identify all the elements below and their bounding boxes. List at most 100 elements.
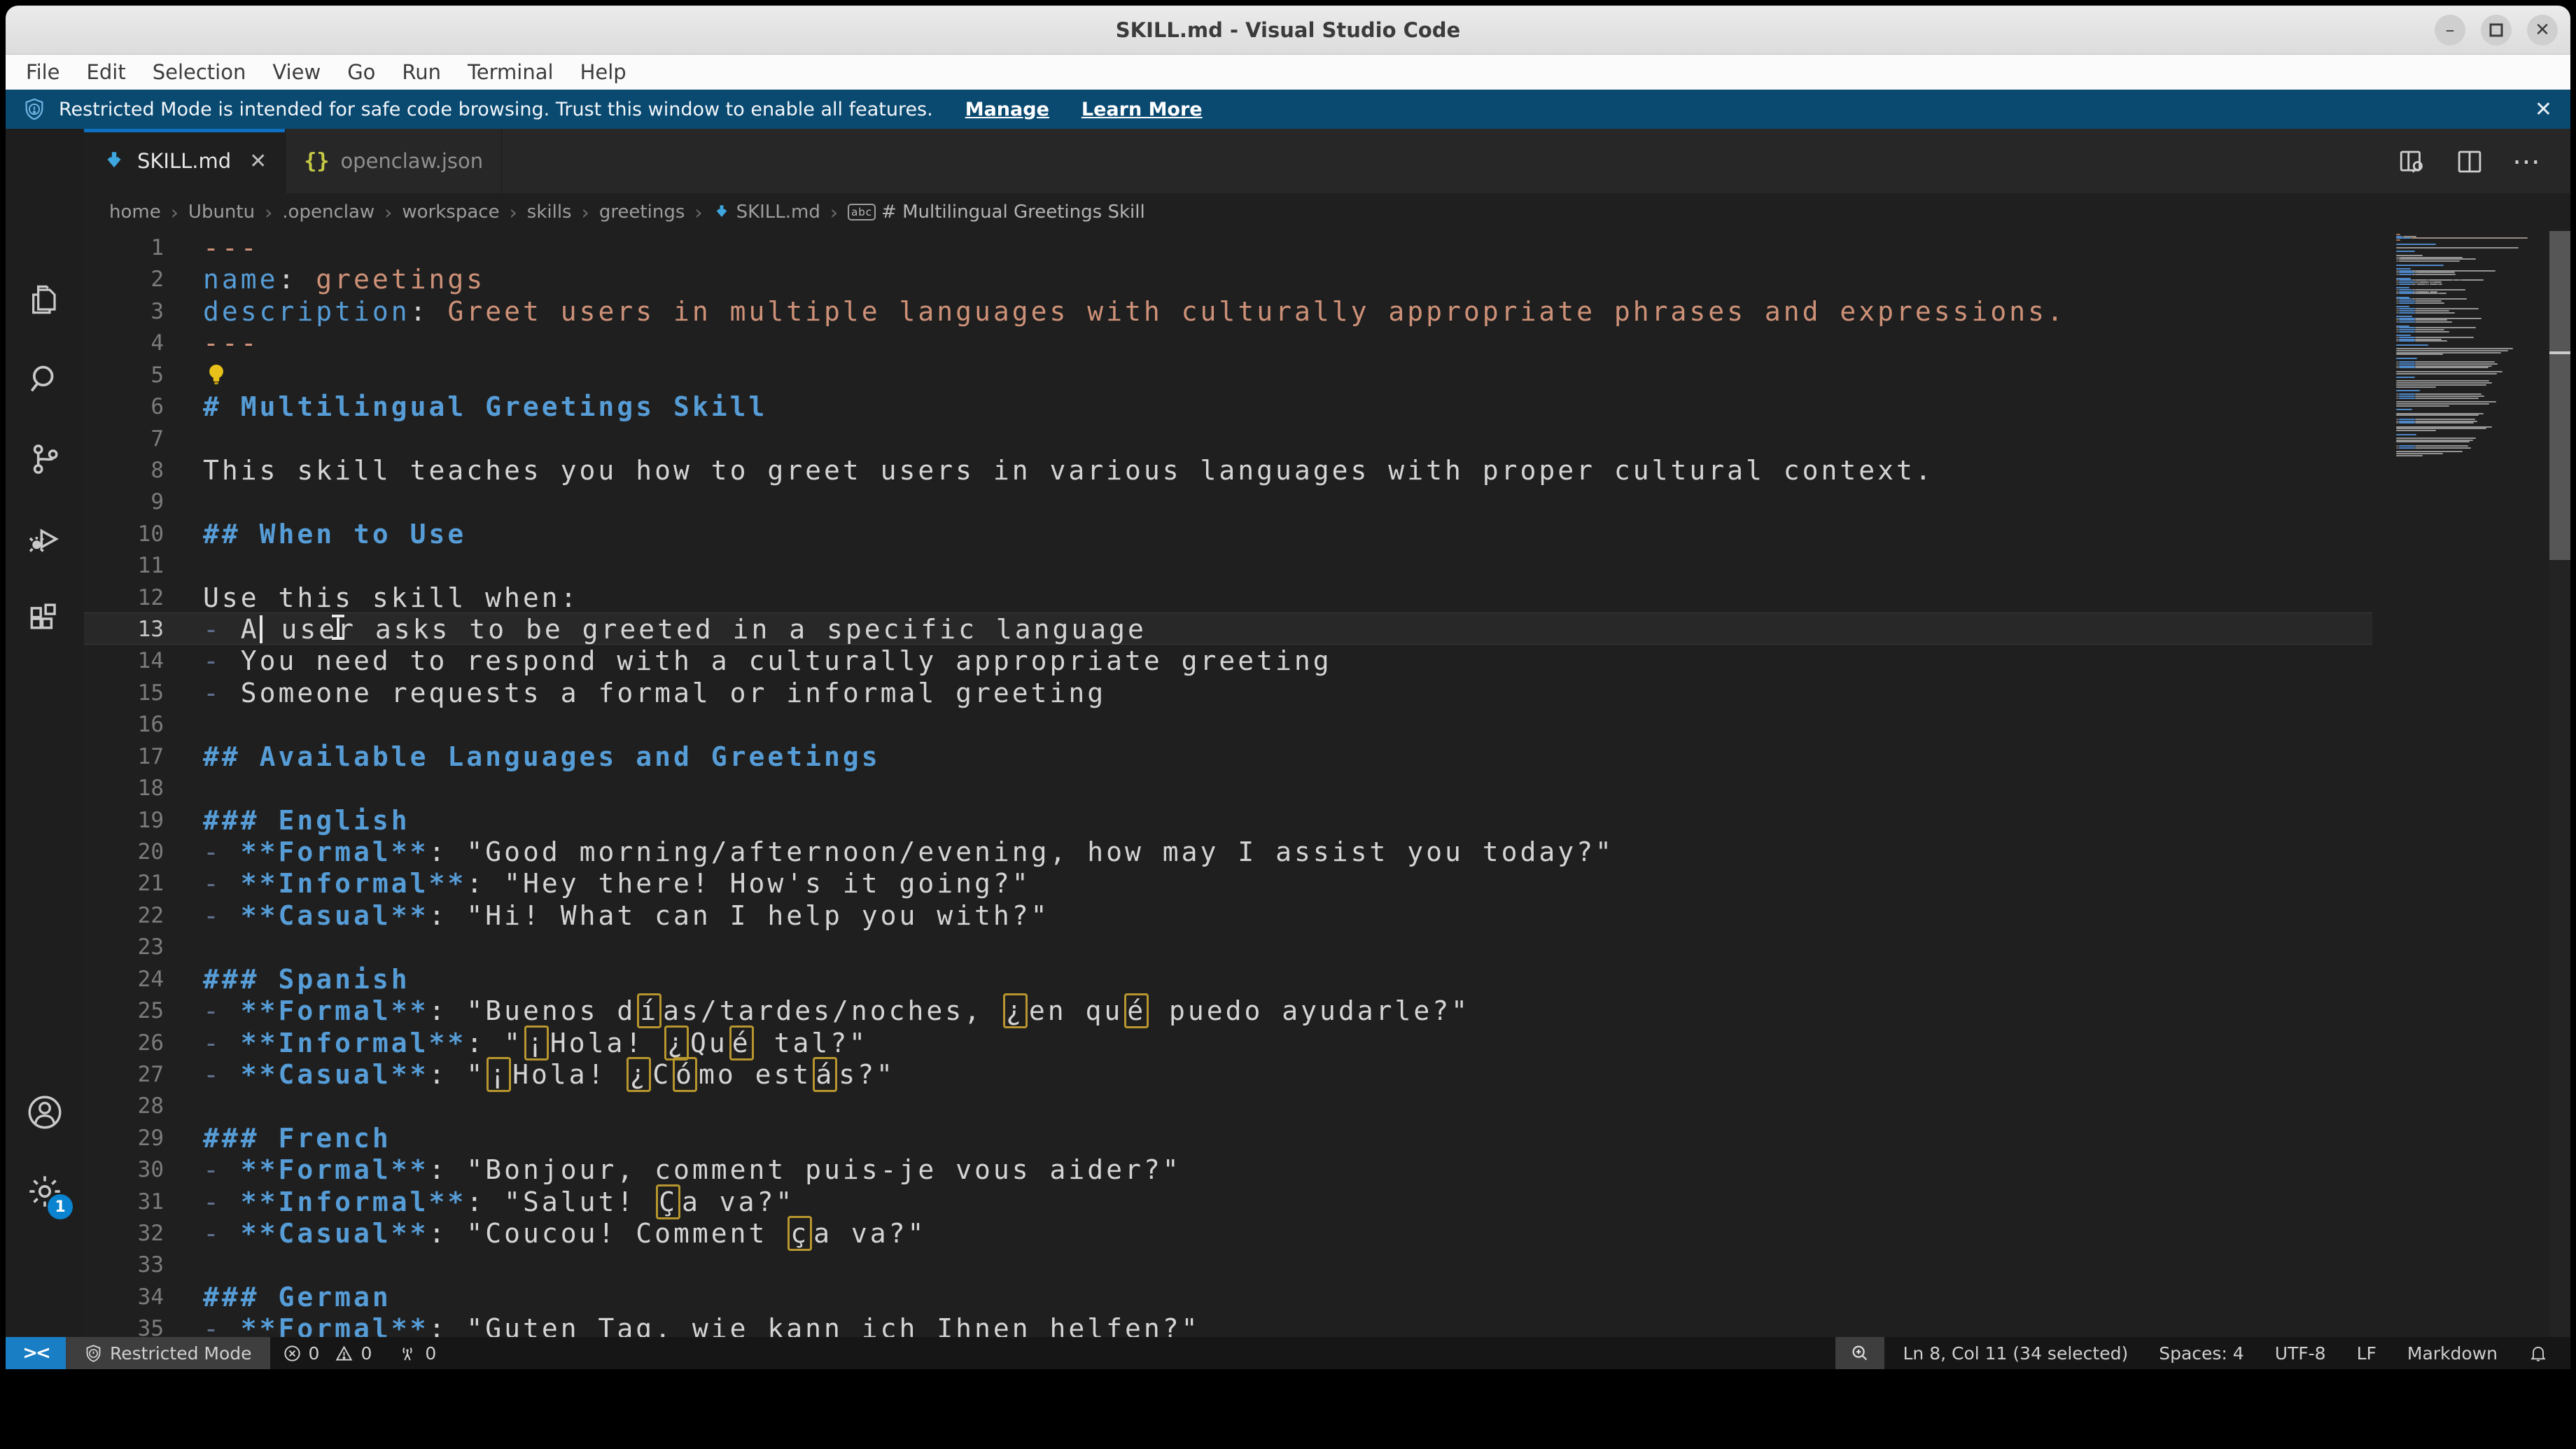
close-button[interactable]: ✕ [2527, 15, 2558, 46]
language-mode-status[interactable]: Markdown [2395, 1337, 2510, 1369]
minimap-line [2430, 291, 2437, 293]
minimap-line [2396, 451, 2463, 452]
settings-badge: 1 [48, 1194, 73, 1219]
tab-skill-md[interactable]: SKILL.md✕ [84, 129, 286, 193]
breadcrumb-item[interactable]: SKILL.md [713, 202, 820, 223]
window-title: SKILL.md - Visual Studio Code [1116, 18, 1460, 42]
editor-scrollbar[interactable] [2549, 231, 2570, 1337]
breadcrumb-item[interactable]: greetings [599, 202, 685, 223]
minimap[interactable] [2393, 234, 2549, 1337]
menu-file[interactable]: File [13, 60, 74, 84]
breadcrumb-item[interactable]: abc# Multilingual Greetings Skill [848, 202, 1145, 223]
line-number: 7 [150, 424, 164, 455]
split-editor-icon[interactable] [2455, 147, 2484, 176]
minimap-line [2415, 329, 2444, 330]
encoding-status[interactable]: UTF-8 [2262, 1337, 2339, 1369]
minimap-line [2396, 237, 2411, 239]
minimap-line [2399, 318, 2415, 319]
more-actions-icon[interactable]: ⋯ [2512, 155, 2542, 169]
breadcrumb-separator: › [379, 201, 398, 224]
menu-go[interactable]: Go [334, 60, 388, 84]
warnings-icon [335, 1344, 354, 1363]
open-preview-icon[interactable] [2398, 147, 2427, 176]
indentation-status[interactable]: Spaces: 4 [2146, 1337, 2256, 1369]
line-number: 1 [150, 232, 164, 264]
breadcrumb-separator: › [504, 201, 523, 224]
source-control-icon[interactable] [6, 424, 84, 494]
minimap-line [2396, 440, 2473, 441]
minimap-line [2399, 289, 2412, 290]
learn-more-link[interactable]: Learn More [1082, 99, 1203, 120]
line-number: 13 [138, 614, 164, 645]
unicode-highlight: ¿ [664, 1026, 689, 1060]
tab-close-icon[interactable]: ✕ [249, 149, 267, 174]
menu-edit[interactable]: Edit [74, 60, 139, 84]
minimap-line [2415, 289, 2465, 290]
cursor-position-status[interactable]: Ln 8, Col 11 (34 selected) [1890, 1337, 2141, 1369]
code-line: description: Greet users in multiple lan… [203, 296, 2066, 328]
minimap-line [2399, 274, 2412, 275]
minimap-line [2399, 321, 2415, 323]
line-number: 26 [138, 1028, 164, 1059]
minimap-line [2399, 279, 2412, 281]
menu-run[interactable]: Run [388, 60, 454, 84]
tab-label: openclaw.json [340, 149, 483, 173]
breadcrumb-item[interactable]: workspace [402, 202, 499, 223]
menu-bar: FileEditSelectionViewGoRunTerminalHelp [6, 55, 2570, 90]
line-number: 27 [138, 1059, 164, 1091]
extensions-icon[interactable] [6, 584, 84, 654]
run-debug-icon[interactable] [6, 504, 84, 574]
breadcrumb-item[interactable]: Ubuntu [188, 202, 255, 223]
restore-button[interactable] [2481, 15, 2512, 46]
minimap-line [2415, 445, 2468, 447]
minimap-line [2396, 428, 2486, 429]
notifications-bell-icon[interactable] [2516, 1337, 2561, 1369]
line-number: 8 [150, 455, 164, 486]
warnings-count: 0 [360, 1343, 372, 1364]
editor-pane[interactable]: 1234567891011121314151617181920212223242… [84, 231, 2570, 1337]
ports-status[interactable]: 0 [384, 1337, 449, 1369]
unicode-highlight: é [729, 1026, 754, 1060]
minimap-line [2415, 312, 2455, 314]
zoom-indicator[interactable] [1835, 1337, 1884, 1369]
minimap-line [2396, 316, 2412, 317]
minimap-line [2439, 284, 2443, 285]
line-number: 14 [138, 645, 164, 677]
accounts-icon[interactable] [6, 1077, 84, 1147]
tab-openclaw-json[interactable]: {}openclaw.json [286, 129, 502, 193]
breadcrumb-item[interactable]: skills [527, 202, 572, 223]
minimap-line [2396, 377, 2415, 378]
code-line: ## Available Languages and Greetings [203, 741, 881, 774]
settings-gear-icon[interactable]: 1 [6, 1156, 84, 1226]
breadcrumb-item[interactable]: home [109, 202, 161, 223]
banner-close-icon[interactable]: ✕ [2535, 97, 2552, 122]
minimap-line [2399, 340, 2415, 342]
minimap-line [2415, 327, 2476, 328]
menu-help[interactable]: Help [567, 60, 640, 84]
menu-view[interactable]: View [259, 60, 334, 84]
minimap-line [2396, 380, 2489, 382]
restricted-mode-status[interactable]: Restricted Mode [66, 1337, 270, 1369]
minimap-line [2399, 393, 2415, 395]
minimap-line [2396, 348, 2513, 349]
line-number: 12 [138, 582, 164, 614]
breadcrumb-item[interactable]: .openclaw [282, 202, 374, 223]
lightbulb-icon[interactable] [204, 361, 228, 388]
scrollbar-thumb[interactable] [2549, 231, 2570, 560]
minimap-line [2399, 298, 2412, 300]
minimap-line [2396, 297, 2409, 298]
eol-status[interactable]: LF [2344, 1337, 2389, 1369]
search-icon[interactable] [6, 344, 84, 414]
manage-link[interactable]: Manage [965, 99, 1049, 120]
minimap-line [2396, 438, 2476, 439]
line-number: 35 [138, 1313, 164, 1337]
menu-selection[interactable]: Selection [139, 60, 260, 84]
explorer-icon[interactable] [6, 265, 84, 335]
minimap-line [2415, 421, 2477, 422]
remote-indicator[interactable]: >< [6, 1337, 66, 1369]
menu-terminal[interactable]: Terminal [454, 60, 567, 84]
line-number: 30 [138, 1154, 164, 1186]
minimize-button[interactable]: – [2435, 15, 2465, 46]
problems-status[interactable]: 0 0 [270, 1337, 385, 1369]
minimap-line [2396, 244, 2436, 245]
